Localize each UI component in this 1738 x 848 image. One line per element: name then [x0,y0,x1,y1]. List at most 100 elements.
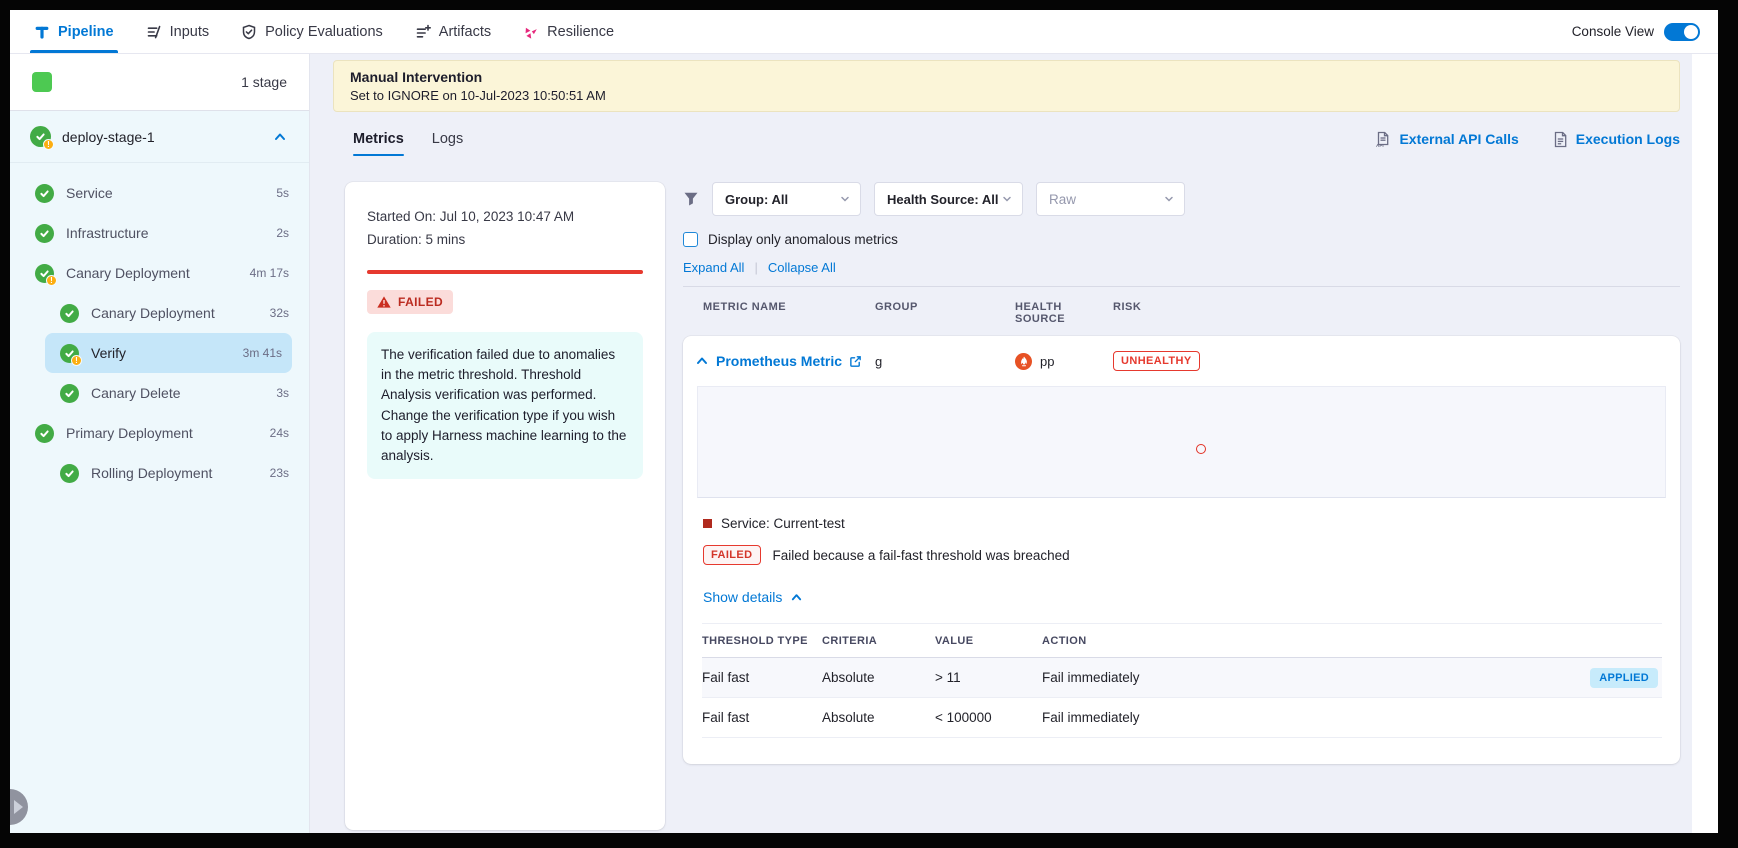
threshold-table: THRESHOLD TYPE CRITERIA VALUE ACTION Fai… [702,623,1662,738]
success-warning-icon: ! [35,264,54,283]
verification-description: The verification failed due to anomalies… [367,332,643,480]
filter-funnel-icon [683,191,699,207]
console-view-label: Console View [1572,24,1654,39]
execution-logs-link[interactable]: Execution Logs [1553,131,1680,148]
select-placeholder: Raw [1049,192,1076,207]
metric-name-link[interactable]: Prometheus Metric [716,353,842,369]
failed-message: Failed because a fail-fast threshold was… [773,548,1070,563]
nav-tab-label: Pipeline [58,24,114,40]
chart-legend: Service: Current-test [703,516,1680,531]
step-duration: 4m 17s [250,266,289,280]
col-value: VALUE [935,635,1042,647]
step-label: Service [66,185,113,201]
collapse-all-link[interactable]: Collapse All [768,260,836,275]
success-icon [60,464,79,483]
metric-row: Prometheus Metric g pp [683,336,1680,384]
execution-sidebar: 1 stage ! deploy-stage-1 Service 5s [10,54,310,833]
svg-text:API: API [1376,143,1384,148]
threshold-type-cell: Fail fast [702,670,822,685]
criteria-cell: Absolute [822,670,935,685]
success-icon [35,184,54,203]
nav-tab-policy-evaluations[interactable]: Policy Evaluations [241,10,383,53]
duration-label: Duration: 5 mins [367,229,643,252]
external-link-icon[interactable] [849,355,862,368]
anomalous-metrics-checkbox-row[interactable]: Display only anomalous metrics [683,232,1680,247]
sidebar-step-primary-deployment[interactable]: Primary Deployment 24s [10,413,309,453]
nav-tab-resilience[interactable]: Resilience [523,10,614,53]
legend-label: Service: Current-test [721,516,845,531]
step-duration: 32s [270,306,289,320]
external-api-calls-link[interactable]: API External API Calls [1375,131,1518,148]
manual-intervention-banner: Manual Intervention Set to IGNORE on 10-… [333,60,1680,112]
step-duration: 3s [276,386,289,400]
expand-panel-button[interactable] [10,789,28,825]
nav-tab-label: Inputs [170,24,210,40]
filter-row: Group: All Health Source: All Raw [683,182,1680,216]
select-value: Health Source: All [887,192,998,207]
started-on-label: Started On: Jul 10, 2023 10:47 AM [367,206,643,229]
sidebar-step-service[interactable]: Service 5s [10,173,309,213]
col-action: ACTION [1042,635,1662,647]
step-duration: 2s [276,226,289,240]
success-icon [35,424,54,443]
legend-swatch [703,519,712,528]
step-label: Rolling Deployment [91,465,212,481]
step-duration: 24s [270,426,289,440]
console-view-toggle[interactable] [1664,23,1700,41]
link-label: External API Calls [1399,131,1518,147]
expand-all-link[interactable]: Expand All [683,260,744,275]
threshold-table-header: THRESHOLD TYPE CRITERIA VALUE ACTION [702,624,1662,658]
tab-metrics[interactable]: Metrics [353,122,404,156]
nav-tab-inputs[interactable]: Inputs [146,10,210,53]
risk-badge: UNHEALTHY [1113,351,1200,371]
nav-tab-pipeline[interactable]: Pipeline [34,10,114,53]
sidebar-step-canary-deployment[interactable]: Canary Deployment 32s [10,293,309,333]
divider: | [754,260,757,275]
value-cell: < 100000 [935,710,1042,725]
success-icon [35,224,54,243]
failed-status-badge: FAILED [367,290,453,314]
warning-badge-icon: ! [43,139,54,150]
sidebar-step-verify[interactable]: ! Verify 3m 41s [45,333,292,373]
failure-progress-bar [367,270,643,274]
nav-tab-label: Artifacts [439,24,491,40]
raw-filter-select[interactable]: Raw [1036,182,1185,216]
step-label: Verify [91,345,126,361]
sidebar-step-canary-deployment-group[interactable]: ! Canary Deployment 4m 17s [10,253,309,293]
sidebar-step-rolling-deployment[interactable]: Rolling Deployment 23s [10,453,309,493]
health-source-filter-select[interactable]: Health Source: All [874,182,1023,216]
nav-tab-artifacts[interactable]: Artifacts [415,10,491,53]
metric-group-value: g [875,354,1015,369]
step-list: Service 5s Infrastructure 2s ! Canary De… [10,163,309,507]
api-document-icon: API [1375,131,1391,148]
step-label: Canary Deployment [91,305,215,321]
group-filter-select[interactable]: Group: All [712,182,861,216]
success-icon [60,384,79,403]
metric-chart [697,386,1666,498]
checkbox[interactable] [683,232,698,247]
failure-reason-row: FAILED Failed because a fail-fast thresh… [703,545,1680,565]
col-health-source: HEALTH SOURCE [1015,301,1113,325]
collapse-chevron-up-icon[interactable] [273,130,287,144]
sidebar-stage-deploy-stage-1[interactable]: ! deploy-stage-1 [10,111,309,163]
failed-status-text: FAILED [398,295,443,309]
sidebar-step-infrastructure[interactable]: Infrastructure 2s [10,213,309,253]
step-duration: 23s [270,466,289,480]
col-metric-name: METRIC NAME [703,301,875,325]
sidebar-step-canary-delete[interactable]: Canary Delete 3s [10,373,309,413]
collapse-chevron-up-icon[interactable] [695,354,709,368]
expand-collapse-links: Expand All | Collapse All [683,260,1680,275]
select-value: Group: All [725,192,788,207]
step-duration: 5s [276,186,289,200]
tab-logs[interactable]: Logs [432,122,463,156]
threshold-row: Fail fast Absolute > 11 Fail immediately… [702,658,1662,698]
top-nav: Pipeline Inputs Policy Evaluations Artif… [10,10,1718,54]
success-icon [60,304,79,323]
verification-summary-card: Started On: Jul 10, 2023 10:47 AM Durati… [345,182,665,830]
criteria-cell: Absolute [822,710,935,725]
stage-name-label: deploy-stage-1 [62,129,155,145]
stage-status-square-icon [32,72,52,92]
chart-point[interactable] [1196,444,1206,454]
vertical-scrollbar[interactable] [1692,54,1718,833]
show-details-toggle[interactable]: Show details [703,589,803,605]
